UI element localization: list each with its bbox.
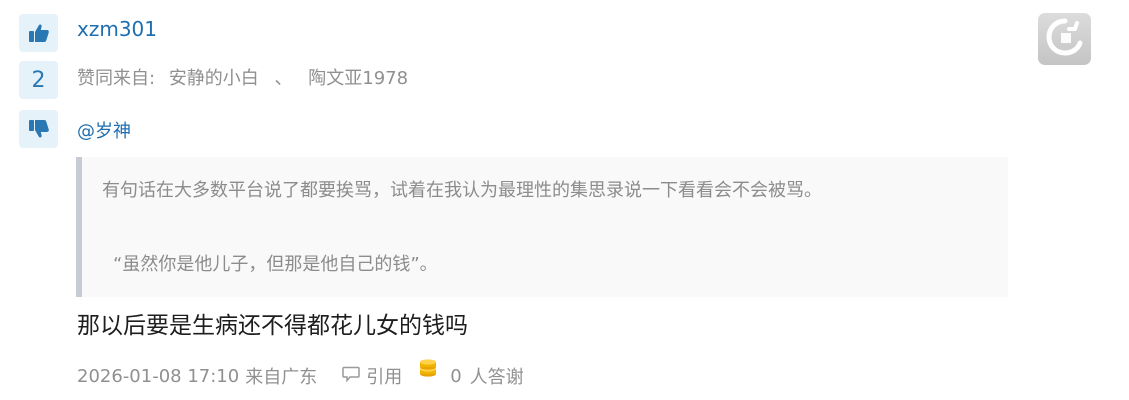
- vote-count: 2: [19, 61, 58, 99]
- thumbs-up-icon: [28, 23, 50, 43]
- quote-block: 有句话在大多数平台说了都要挨骂，试着在我认为最理性的集思录说一下看看会不会被骂。…: [76, 157, 1008, 297]
- vote-down-button[interactable]: [19, 110, 58, 148]
- default-avatar-icon: [1045, 17, 1085, 61]
- coin-stack-icon: [418, 358, 438, 382]
- approval-user-link[interactable]: 陶文亚1978: [308, 68, 408, 89]
- answer-body: 那以后要是生病还不得都花儿女的钱吗: [77, 313, 468, 339]
- thanks-label: 人答谢: [469, 367, 524, 388]
- thanks-button[interactable]: 0 人答谢: [418, 358, 524, 389]
- thumbs-down-icon: [28, 119, 50, 139]
- quote-label: 引用: [366, 367, 403, 388]
- thanks-count: 0: [450, 365, 462, 387]
- approval-user-link[interactable]: 安静的小白: [169, 68, 259, 89]
- approvals-prefix: 赞同来自:: [77, 68, 156, 89]
- approval-separator: 、: [274, 68, 293, 89]
- avatar[interactable]: [1038, 13, 1091, 65]
- approvals-line: 赞同来自: 安静的小白 、 陶文亚1978: [77, 66, 408, 92]
- timestamp: 2026-01-08 17:10: [77, 365, 240, 387]
- answer-meta: 2026-01-08 17:10 来自广东 引用 0 人答谢: [77, 358, 524, 389]
- location: 来自广东: [245, 367, 318, 388]
- speech-bubble-icon: [342, 366, 366, 387]
- quote-button[interactable]: 引用: [342, 363, 402, 389]
- mention-link[interactable]: @岁神: [77, 119, 131, 145]
- vote-up-button[interactable]: [19, 14, 58, 52]
- username-link[interactable]: xzm301: [77, 16, 157, 42]
- quote-text-line: 有句话在大多数平台说了都要挨骂，试着在我认为最理性的集思录说一下看看会不会被骂。: [102, 180, 822, 201]
- answer-item: 2 xzm301 赞同来自: 安静的小白 、 陶文亚1978 @岁神 有句话在大…: [0, 0, 1129, 400]
- quote-text-line: “虽然你是他儿子，但那是他自己的钱”。: [113, 254, 438, 275]
